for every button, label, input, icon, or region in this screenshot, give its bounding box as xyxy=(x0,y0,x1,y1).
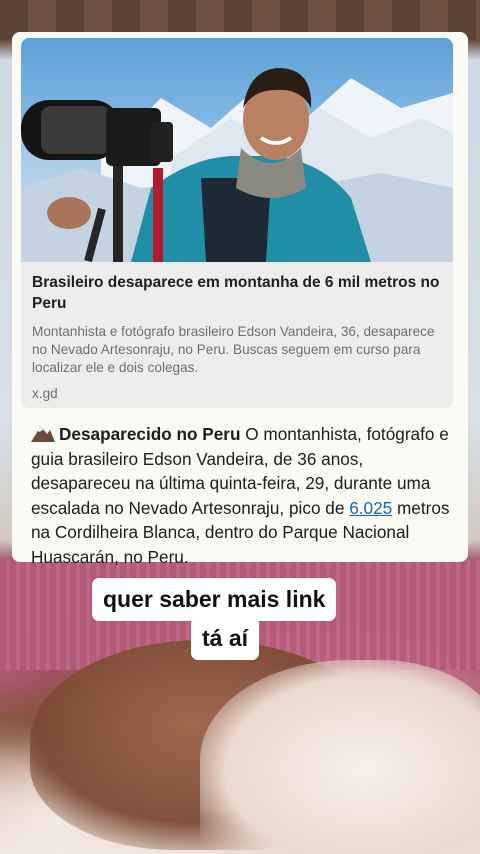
link-preview[interactable]: Brasileiro desaparece em montanha de 6 m… xyxy=(21,262,453,408)
message-card: Brasileiro desaparece em montanha de 6 m… xyxy=(12,32,468,567)
message-lead: Desaparecido no Peru xyxy=(59,424,241,444)
link-preview-title[interactable]: Brasileiro desaparece em montanha de 6 m… xyxy=(32,272,442,314)
message-link[interactable]: 6.025 xyxy=(349,498,392,518)
snow-capped-mountain-icon xyxy=(31,426,55,442)
link-preview-description: Montanhista e fotógrafo brasileiro Edson… xyxy=(32,324,435,375)
link-preview-domain[interactable]: x.gd xyxy=(32,386,58,401)
message-body: Desaparecido no Peru O montanhista, fotó… xyxy=(31,422,461,570)
background-sheet xyxy=(200,660,480,854)
caption-line-2: tá aí xyxy=(191,617,260,660)
photographer-on-mountain-icon xyxy=(21,68,453,262)
link-preview-image[interactable] xyxy=(21,38,453,262)
caption-line-1: quer saber mais link xyxy=(92,578,337,621)
